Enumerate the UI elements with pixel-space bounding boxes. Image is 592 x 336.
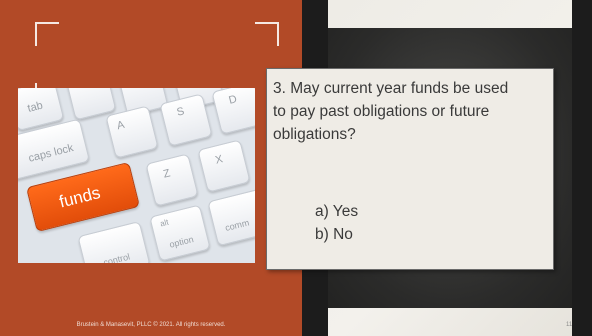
keyboard-funds-image: tab caps lock A S D funds Z X control al… — [18, 88, 255, 263]
corner-bracket-top-right — [255, 22, 279, 46]
question-text: 3. May current year funds be used to pay… — [273, 77, 549, 146]
question-line-3: obligations? — [273, 126, 356, 143]
question-line-1: 3. May current year funds be used — [273, 80, 509, 97]
key-control: control — [77, 220, 151, 263]
corner-bracket-top-left — [35, 22, 59, 46]
footer-copyright: Brustein & Manasevit, PLLC © 2021. All r… — [76, 322, 226, 328]
option-b: b) No — [315, 226, 353, 243]
question-box: 3. May current year funds be used to pay… — [266, 68, 554, 270]
left-panel: tab caps lock A S D funds Z X control al… — [0, 0, 302, 336]
key-option: alt option — [149, 204, 211, 262]
question-line-2: to pay past obligations or future — [273, 103, 490, 120]
key-d: D — [211, 88, 255, 135]
key-z: Z — [145, 153, 199, 207]
option-a: a) Yes — [315, 203, 359, 220]
slide: tab caps lock A S D funds Z X control al… — [0, 0, 592, 336]
key-command: comm — [207, 187, 255, 247]
key-a: A — [105, 105, 159, 159]
page-number: 11 — [566, 322, 573, 328]
key-x: X — [197, 139, 251, 193]
